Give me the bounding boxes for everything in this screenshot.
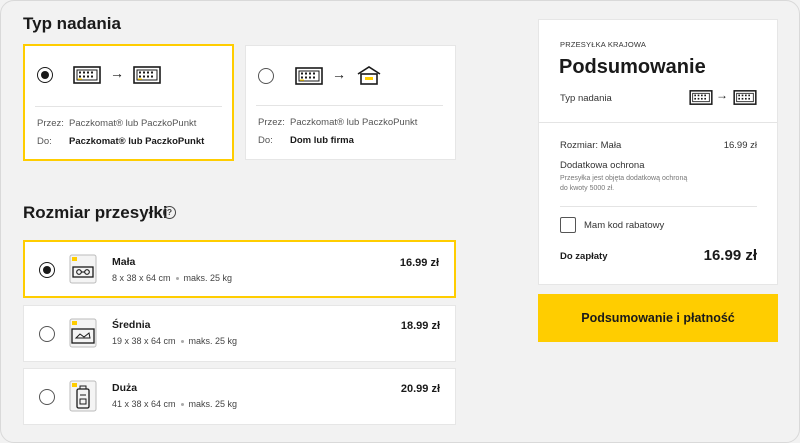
summary-size-line: Rozmiar: Mała <box>560 140 622 151</box>
medium-package-icon <box>69 318 97 348</box>
divider <box>560 206 757 207</box>
delivery-option-radio[interactable] <box>37 67 53 83</box>
size-dimensions: 19 x 38 x 64 cm <box>112 336 176 346</box>
delivery-section-title: Typ nadania <box>23 14 121 33</box>
house-icon <box>357 66 381 85</box>
separator-dot <box>180 403 184 407</box>
size-dims: 41 x 38 x 64 cm maks. 25 kg <box>112 399 237 409</box>
size-name: Duża <box>112 382 138 394</box>
size-option-medium[interactable]: Średnia 19 x 38 x 64 cm maks. 25 kg 18.99… <box>23 305 456 362</box>
coupon-label[interactable]: Mam kod rabatowy <box>584 220 664 231</box>
arrow-icon: → <box>716 88 728 102</box>
summary-delivery-type-label: Typ nadania <box>560 93 612 104</box>
summary-size-price: 16.99 zł <box>723 140 757 151</box>
from-label: Przez: <box>258 117 285 128</box>
arrow-icon: → <box>110 65 124 81</box>
size-weight: maks. 25 kg <box>183 273 233 283</box>
summary-eyebrow: PRZESYŁKA KRAJOWA <box>560 40 647 49</box>
total-value: 16.99 zł <box>703 247 757 264</box>
locker-icon <box>295 67 323 85</box>
to-label: Do: <box>258 135 273 146</box>
divider <box>35 106 222 107</box>
arrow-icon: → <box>332 66 346 82</box>
size-option-small[interactable]: Mała 8 x 38 x 64 cm maks. 25 kg 16.99 zł <box>23 240 456 298</box>
size-price: 20.99 zł <box>400 383 440 395</box>
size-dims: 19 x 38 x 64 cm maks. 25 kg <box>112 336 237 346</box>
divider <box>256 105 443 106</box>
size-dimensions: 41 x 38 x 64 cm <box>112 399 176 409</box>
total-label: Do zapłaty <box>560 251 608 262</box>
size-name: Średnia <box>112 319 151 331</box>
summary-panel: PRZESYŁKA KRAJOWA Podsumowanie Typ nadan… <box>538 19 778 285</box>
divider <box>539 122 777 123</box>
separator-dot <box>180 340 184 344</box>
coupon-checkbox[interactable] <box>560 217 576 233</box>
size-option-large[interactable]: Duża 41 x 38 x 64 cm maks. 25 kg 20.99 zł <box>23 368 456 425</box>
size-dims: 8 x 38 x 64 cm maks. 25 kg <box>112 273 232 283</box>
from-value: Paczkomat® lub PaczkoPunkt <box>290 117 418 128</box>
small-package-icon <box>69 254 97 284</box>
size-option-radio[interactable] <box>39 389 55 405</box>
help-icon[interactable]: ? <box>163 206 176 219</box>
size-section-title: Rozmiar przesyłki <box>23 203 168 222</box>
delivery-option-locker-to-home[interactable]: → Przez: Paczkomat® lub PaczkoPunkt Do: … <box>245 45 456 160</box>
to-value: Paczkomat® lub PaczkoPunkt <box>69 136 205 147</box>
locker-icon <box>133 66 161 84</box>
separator-dot <box>175 277 179 281</box>
size-name: Mała <box>112 256 136 268</box>
summary-title: Podsumowanie <box>559 56 706 78</box>
protection-desc-1: Przesyłka jest objęta dodatkową ochroną <box>560 175 688 182</box>
from-value: Paczkomat® lub PaczkoPunkt <box>69 118 197 129</box>
from-label: Przez: <box>37 118 64 129</box>
size-weight: maks. 25 kg <box>188 336 238 346</box>
size-weight: maks. 25 kg <box>188 399 238 409</box>
size-price: 16.99 zł <box>399 257 439 269</box>
size-price: 18.99 zł <box>400 320 440 332</box>
to-value: Dom lub firma <box>290 135 354 146</box>
size-option-radio[interactable] <box>39 326 55 342</box>
locker-icon <box>73 66 101 84</box>
delivery-option-locker-to-locker[interactable]: → Przez: Paczkomat® lub PaczkoPunkt Do: … <box>23 44 234 161</box>
delivery-option-radio[interactable] <box>258 68 274 84</box>
size-option-radio[interactable] <box>39 262 55 278</box>
to-label: Do: <box>37 136 52 147</box>
protection-title: Dodatkowa ochrona <box>560 160 645 171</box>
locker-icon <box>689 90 713 105</box>
size-dimensions: 8 x 38 x 64 cm <box>112 273 171 283</box>
protection-desc-2: do kwoty 5000 zł. <box>560 185 615 192</box>
proceed-to-payment-button[interactable]: Podsumowanie i płatność <box>538 294 778 342</box>
large-package-icon <box>69 380 97 412</box>
locker-icon <box>733 90 757 105</box>
